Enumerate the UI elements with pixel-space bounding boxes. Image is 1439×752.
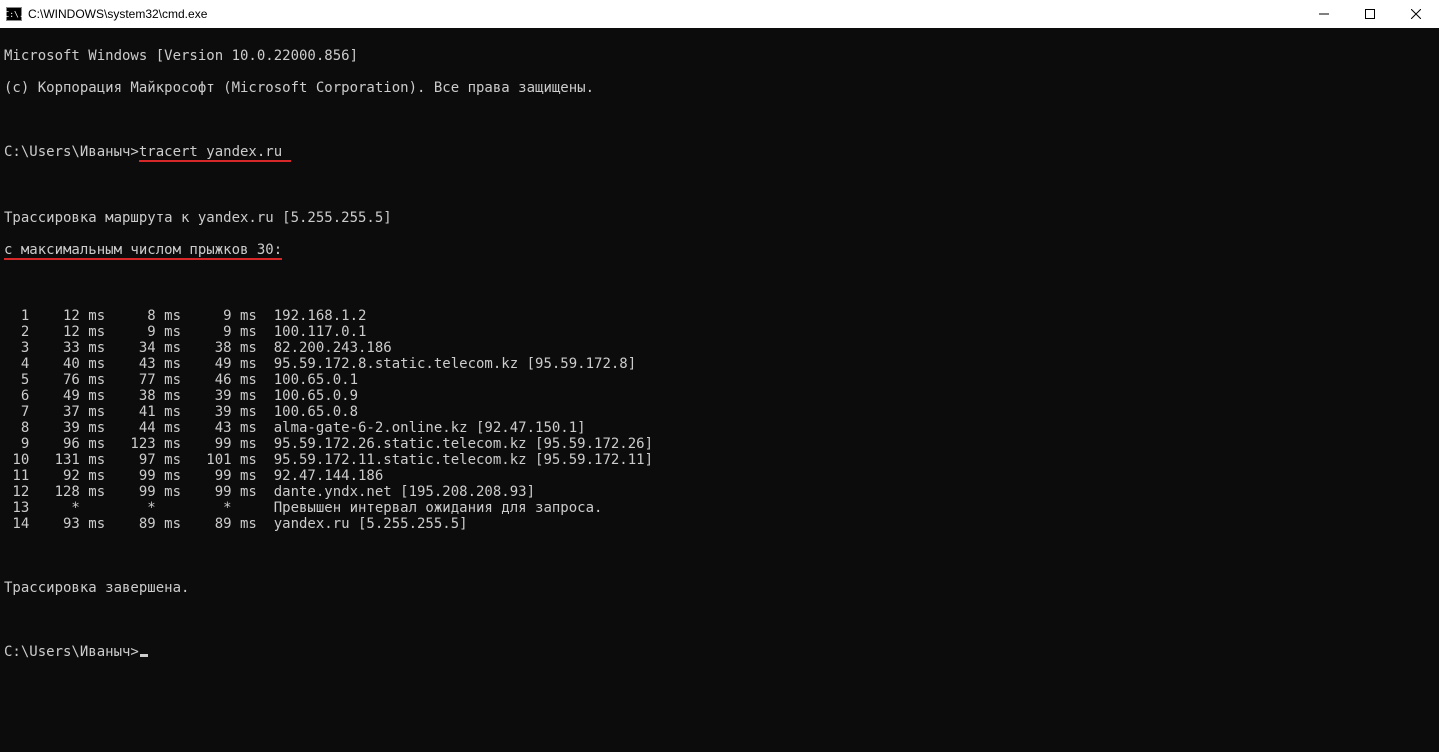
hop-row: 2 12 ms 9 ms 9 ms 100.117.0.1 — [4, 324, 1435, 340]
version-line: Microsoft Windows [Version 10.0.22000.85… — [4, 48, 1435, 64]
cmd-icon: C:\. — [6, 7, 22, 21]
prompt-prefix: C:\Users\Иваныч> — [4, 144, 139, 160]
copyright-line: (c) Корпорация Майкрософт (Microsoft Cor… — [4, 80, 1435, 96]
hop-row: 10 131 ms 97 ms 101 ms 95.59.172.11.stat… — [4, 452, 1435, 468]
hop-row: 13 * * * Превышен интервал ожидания для … — [4, 500, 1435, 516]
hop-row: 6 49 ms 38 ms 39 ms 100.65.0.9 — [4, 388, 1435, 404]
prompt-line-2: C:\Users\Иваныч> — [4, 644, 1435, 660]
cmd-icon-label: C:\. — [4, 10, 23, 19]
hops-list: 1 12 ms 8 ms 9 ms 192.168.1.2 2 12 ms 9 … — [4, 308, 1435, 532]
hop-row: 1 12 ms 8 ms 9 ms 192.168.1.2 — [4, 308, 1435, 324]
max-hops-line: с максимальным числом прыжков 30: — [4, 242, 1435, 260]
minimize-button[interactable] — [1301, 0, 1347, 28]
hop-row: 3 33 ms 34 ms 38 ms 82.200.243.186 — [4, 340, 1435, 356]
blank-line — [4, 612, 1435, 628]
hop-row: 4 40 ms 43 ms 49 ms 95.59.172.8.static.t… — [4, 356, 1435, 372]
terminal-output[interactable]: Microsoft Windows [Version 10.0.22000.85… — [0, 28, 1439, 680]
hop-row: 5 76 ms 77 ms 46 ms 100.65.0.1 — [4, 372, 1435, 388]
trace-header: Трассировка маршрута к yandex.ru [5.255.… — [4, 210, 1435, 226]
hop-row: 8 39 ms 44 ms 43 ms alma-gate-6-2.online… — [4, 420, 1435, 436]
prompt-line-1: C:\Users\Иваныч>tracert yandex.ru — [4, 144, 1435, 162]
minimize-icon — [1319, 9, 1329, 19]
maximize-button[interactable] — [1347, 0, 1393, 28]
titlebar-left: C:\. C:\WINDOWS\system32\cmd.exe — [6, 7, 207, 21]
blank-line — [4, 548, 1435, 564]
blank-line — [4, 178, 1435, 194]
maximize-icon — [1365, 9, 1375, 19]
blank-line — [4, 112, 1435, 128]
max-hops-text: с максимальным числом прыжков 30: — [4, 242, 282, 260]
hop-row: 14 93 ms 89 ms 89 ms yandex.ru [5.255.25… — [4, 516, 1435, 532]
cursor — [140, 654, 148, 657]
window-title: C:\WINDOWS\system32\cmd.exe — [28, 7, 207, 21]
window-controls — [1301, 0, 1439, 28]
window-titlebar: C:\. C:\WINDOWS\system32\cmd.exe — [0, 0, 1439, 28]
blank-line — [4, 276, 1435, 292]
prompt-prefix: C:\Users\Иваныч> — [4, 644, 139, 660]
close-button[interactable] — [1393, 0, 1439, 28]
hop-row: 11 92 ms 99 ms 99 ms 92.47.144.186 — [4, 468, 1435, 484]
trace-done: Трассировка завершена. — [4, 580, 1435, 596]
hop-row: 9 96 ms 123 ms 99 ms 95.59.172.26.static… — [4, 436, 1435, 452]
hop-row: 7 37 ms 41 ms 39 ms 100.65.0.8 — [4, 404, 1435, 420]
hop-row: 12 128 ms 99 ms 99 ms dante.yndx.net [19… — [4, 484, 1435, 500]
command-text: tracert yandex.ru — [139, 144, 291, 162]
close-icon — [1411, 9, 1421, 19]
